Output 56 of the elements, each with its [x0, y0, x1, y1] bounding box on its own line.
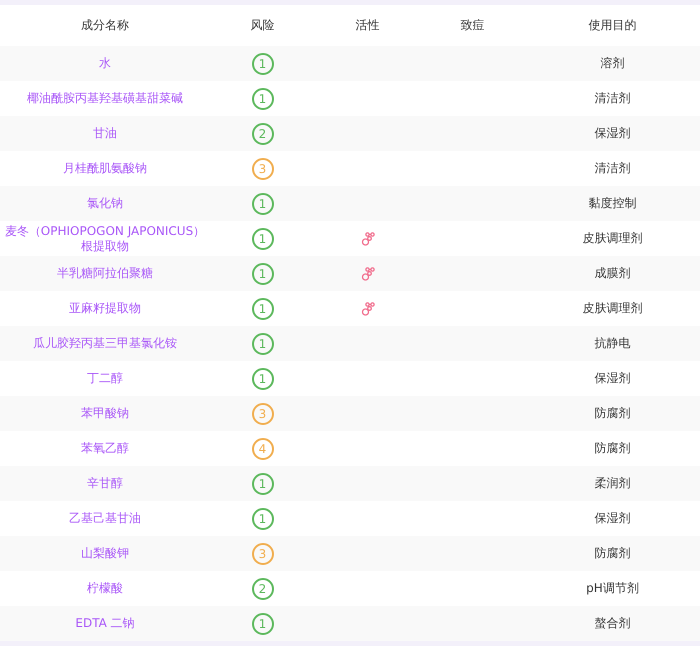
risk-badge: 1	[252, 508, 274, 530]
risk-badge: 1	[252, 262, 274, 284]
column-header: 使用目的	[588, 17, 638, 34]
purpose-text: 溶剂	[600, 55, 624, 72]
purpose-text: 清洁剂	[594, 160, 630, 177]
purpose-text: 螯合剂	[594, 615, 630, 632]
risk-badge: 1	[252, 52, 274, 74]
purpose-text: 防腐剂	[594, 405, 630, 422]
ingredient-name[interactable]: 麦冬（OPHIOPOGON JAPONICUS）根提取物	[0, 224, 210, 254]
risk-badge: 3	[252, 542, 274, 564]
purpose-text: 黏度控制	[588, 195, 636, 212]
purpose-text: 保湿剂	[594, 125, 630, 142]
ingredient-name[interactable]: EDTA 二钠	[71, 616, 139, 631]
ingredient-name[interactable]: 苯甲酸钠	[77, 406, 133, 421]
ingredient-name[interactable]: 氯化钠	[83, 196, 127, 211]
purpose-text: 成膜剂	[594, 265, 630, 282]
ingredient-name[interactable]: 丁二醇	[83, 371, 127, 386]
purpose-text: 皮肤调理剂	[582, 300, 642, 317]
purpose-text: pH调节剂	[586, 580, 639, 597]
purpose-text: 保湿剂	[594, 510, 630, 527]
risk-badge: 3	[252, 158, 274, 180]
risk-badge: 3	[252, 402, 274, 424]
ingredient-name[interactable]: 椰油酰胺丙基羟基磺基甜菜碱	[23, 91, 187, 106]
risk-badge: 1	[252, 472, 274, 494]
risk-badge: 4	[252, 438, 274, 460]
ingredient-name[interactable]: 亚麻籽提取物	[65, 301, 145, 316]
ingredient-name[interactable]: 苯氧乙醇	[77, 441, 133, 456]
ingredient-name[interactable]: 水	[95, 56, 115, 71]
ingredient-name[interactable]: 月桂酰肌氨酸钠	[59, 161, 151, 176]
purpose-text: 抗静电	[594, 335, 630, 352]
purpose-text: 防腐剂	[594, 545, 630, 562]
ingredient-name[interactable]: 乙基己基甘油	[65, 511, 145, 526]
risk-badge: 1	[252, 332, 274, 354]
risk-badge: 2	[252, 578, 274, 600]
risk-badge: 1	[252, 612, 274, 634]
ingredient-name[interactable]: 瓜儿胶羟丙基三甲基氯化铵	[29, 336, 181, 351]
risk-badge: 1	[252, 368, 274, 390]
risk-badge: 1	[252, 88, 274, 110]
purpose-text: 防腐剂	[594, 440, 630, 457]
risk-badge: 1	[252, 228, 274, 250]
ingredient-name[interactable]: 柠檬酸	[83, 581, 127, 596]
ingredient-name[interactable]: 辛甘醇	[83, 476, 127, 491]
ingredient-name[interactable]: 甘油	[89, 126, 121, 141]
purpose-text: 清洁剂	[594, 90, 630, 107]
ingredient-name[interactable]: 半乳糖阿拉伯聚糖	[53, 266, 157, 281]
purpose-text: 皮肤调理剂	[582, 230, 642, 247]
column-header: 成分名称	[80, 17, 130, 34]
column-header: 致痘	[460, 17, 486, 34]
risk-badge: 1	[252, 298, 274, 320]
purpose-text: 柔润剂	[594, 475, 630, 492]
risk-badge: 1	[252, 192, 274, 214]
column-header: 风险	[250, 17, 276, 34]
risk-badge: 2	[252, 122, 274, 144]
purpose-text: 保湿剂	[594, 370, 630, 387]
column-header: 活性	[354, 17, 380, 34]
ingredient-name[interactable]: 山梨酸钾	[77, 546, 133, 561]
